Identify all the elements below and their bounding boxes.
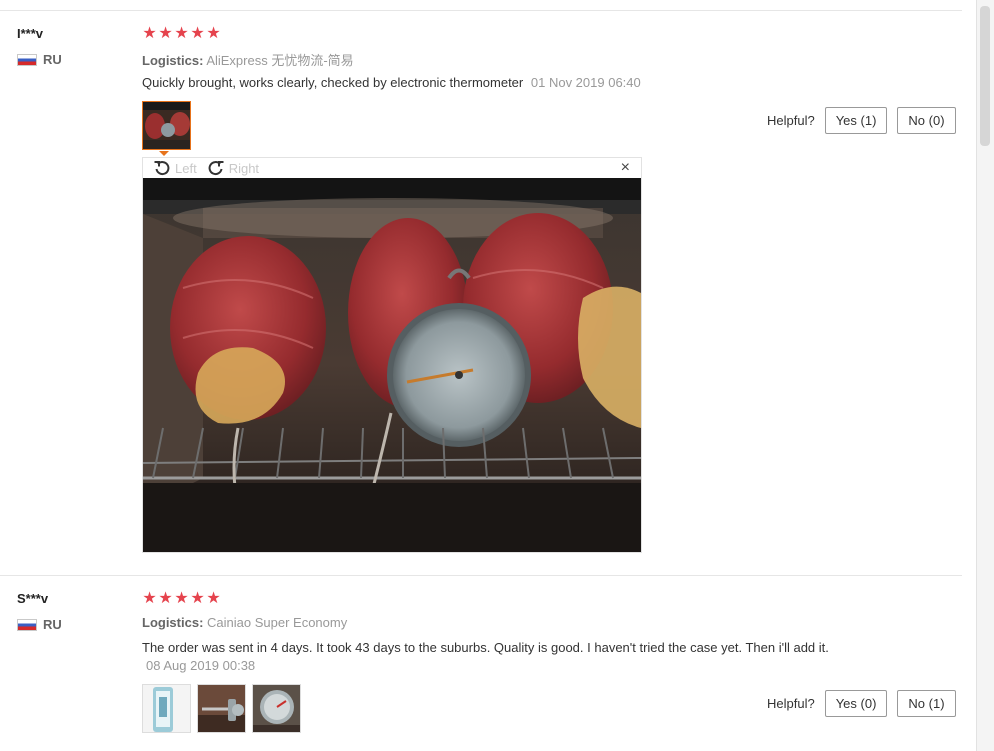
reviewer-country: RU (17, 617, 62, 632)
enlarged-review-photo (143, 178, 641, 552)
close-icon[interactable]: × (621, 159, 630, 177)
review-photo-thumb[interactable] (142, 101, 191, 150)
rotate-right-label: Right (228, 160, 260, 176)
rotate-left-button[interactable]: Left (153, 159, 197, 177)
star-icon: ★ (142, 590, 157, 607)
roast-photo-thumbnail (143, 102, 190, 149)
photo-viewer-toolbar: Left Right × (143, 158, 641, 178)
dial-photo-thumbnail (253, 685, 300, 732)
logistics-info: Logistics: Cainiao Super Economy (142, 615, 347, 630)
rotate-left-icon (154, 161, 170, 176)
review-item: S***v RU ★ ★ ★ ★ ★ Logistics: Cainiao Su… (0, 580, 970, 751)
vote-yes-button[interactable]: Yes (1) (824, 107, 888, 134)
country-code: RU (43, 617, 62, 632)
vote-yes-button[interactable]: Yes (0) (824, 690, 888, 717)
vote-no-button[interactable]: No (1) (897, 690, 956, 717)
star-icon: ★ (174, 25, 189, 42)
probe-photo-thumbnail (198, 685, 245, 732)
photo-viewer: Left Right × (142, 157, 642, 553)
reviewer-name: I***v (17, 26, 44, 41)
package-photo-thumbnail (143, 685, 190, 732)
star-icon: ★ (190, 590, 205, 607)
star-icon: ★ (158, 590, 173, 607)
rotate-right-icon (208, 161, 224, 176)
logistics-value: AliExpress 无忧物流-简易 (206, 53, 354, 68)
rotate-right-button[interactable]: Right (207, 159, 259, 177)
scrollbar-thumb[interactable] (980, 6, 990, 146)
review-text: Quickly brought, works clearly, checked … (142, 75, 524, 90)
review-date: 08 Aug 2019 00:38 (146, 658, 256, 673)
logistics-value: Cainiao Super Economy (207, 615, 348, 630)
ru-flag-icon (17, 618, 37, 631)
helpful-label: Helpful? (767, 696, 815, 711)
reviewer-name: S***v (17, 591, 49, 606)
logistics-label: Logistics: (142, 53, 204, 68)
star-icon: ★ (174, 590, 189, 607)
helpful-label: Helpful? (767, 113, 815, 128)
star-icon: ★ (206, 590, 221, 607)
review-photo-thumb[interactable] (142, 684, 191, 733)
star-icon: ★ (158, 25, 173, 42)
helpful-votes: Helpful? Yes (0) No (1) (767, 690, 956, 717)
ru-flag-icon (17, 53, 37, 66)
star-icon: ★ (190, 25, 205, 42)
review-photo-thumb[interactable] (252, 684, 301, 733)
review-date: 01 Nov 2019 06:40 (530, 75, 641, 90)
logistics-label: Logistics: (142, 615, 204, 630)
oven-roast-photo (143, 178, 641, 552)
logistics-info: Logistics: AliExpress 无忧物流-简易 (142, 50, 354, 69)
rotate-left-label: Left (175, 160, 197, 176)
vote-no-button[interactable]: No (0) (897, 107, 956, 134)
star-icon: ★ (142, 25, 157, 42)
star-icon: ★ (206, 25, 221, 42)
review-item: I***v RU ★ ★ ★ ★ ★ Logistics: AliExpress… (0, 0, 970, 570)
reviewer-country: RU (17, 52, 62, 67)
review-text-line: Quickly brought, works clearly, checked … (142, 75, 641, 90)
rating-stars: ★ ★ ★ ★ ★ (142, 26, 221, 42)
helpful-votes: Helpful? Yes (1) No (0) (767, 107, 956, 134)
rating-stars: ★ ★ ★ ★ ★ (142, 591, 221, 607)
country-code: RU (43, 52, 62, 67)
review-divider (0, 575, 962, 576)
review-text: The order was sent in 4 days. It took 43… (142, 640, 829, 655)
review-photo-thumb[interactable] (197, 684, 246, 733)
thumb-selected-caret (159, 151, 169, 156)
